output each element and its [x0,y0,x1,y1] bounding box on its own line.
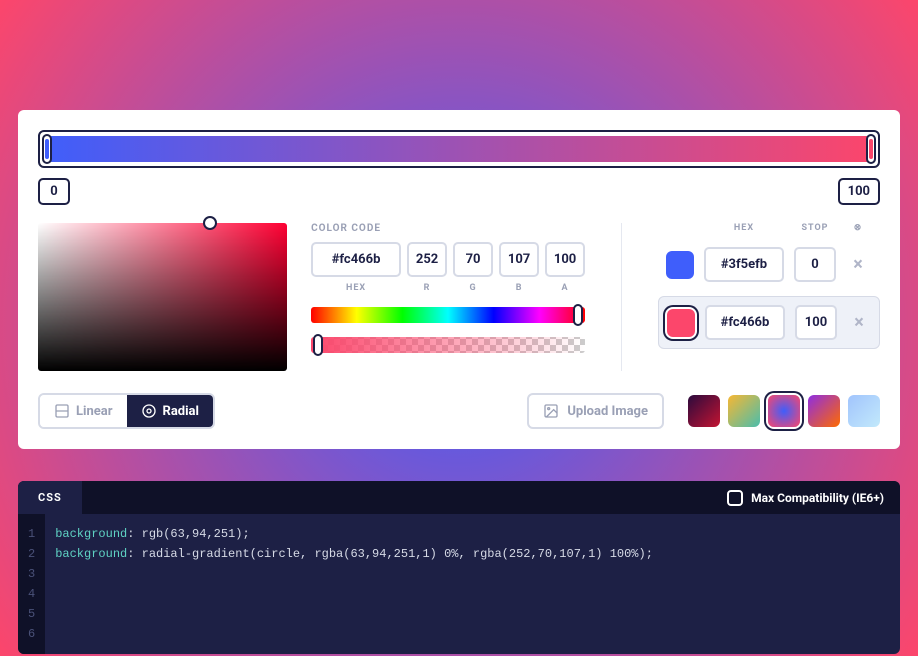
g-input[interactable]: 70 [453,242,493,277]
preset-swatch[interactable] [768,395,800,427]
stop-handle-color [45,139,49,160]
radial-button[interactable]: Radial [127,395,213,427]
gradient-stop-handle-left[interactable] [42,134,52,164]
alpha-thumb[interactable] [313,334,323,356]
css-tab[interactable]: CSS [18,481,82,514]
max-compat-label: Max Compatibility (IE6+) [751,491,884,505]
radial-icon [141,403,157,419]
r-input[interactable]: 252 [407,242,447,277]
gradient-bar[interactable] [38,130,880,168]
upload-image-label: Upload Image [567,404,648,419]
stops-header-hex: HEX [704,223,784,233]
stop-hex-input[interactable]: #fc466b [705,305,785,340]
hue-thumb[interactable] [573,304,583,326]
code-content[interactable]: background: rgb(63,94,251);background: r… [45,514,663,654]
upload-image-button[interactable]: Upload Image [527,393,664,429]
stop-position-left[interactable]: 0 [38,178,70,205]
stop-position-input[interactable]: 0 [794,247,836,282]
image-icon [543,403,559,419]
delete-stop-button[interactable]: × [846,254,870,275]
radial-label: Radial [163,404,199,419]
stop-position-right[interactable]: 100 [838,178,880,205]
vertical-divider [621,223,622,371]
stop-swatch[interactable] [666,251,694,279]
g-sublabel: G [453,283,493,293]
gradient-type-segmented: Linear Radial [38,393,215,429]
max-compat-toggle[interactable]: Max Compatibility (IE6+) [727,490,884,506]
hue-slider[interactable] [311,307,585,323]
hex-input[interactable]: #fc466b [311,242,401,277]
color-code-label: COLOR CODE [311,223,585,234]
code-tabs: CSS Max Compatibility (IE6+) [18,481,900,514]
preset-swatch[interactable] [848,395,880,427]
hex-sublabel: HEX [311,283,401,293]
preset-swatch[interactable] [728,395,760,427]
b-input[interactable]: 107 [499,242,539,277]
preset-swatch[interactable] [808,395,840,427]
r-sublabel: R [407,283,447,293]
gradient-bar-fill [44,136,874,162]
stop-hex-input[interactable]: #3f5efb [704,247,784,282]
delete-stop-button[interactable]: × [847,312,871,333]
checkbox-icon[interactable] [727,490,743,506]
stops-header-stop: STOP [794,223,836,233]
a-input[interactable]: 100 [545,242,585,277]
gradient-editor-panel: 0 100 COLOR CODE #fc466b 252 70 107 100 … [18,110,900,449]
b-sublabel: B [499,283,539,293]
code-panel: CSS Max Compatibility (IE6+) 123456 back… [18,481,900,654]
stop-row[interactable]: #3f5efb 0 × [658,239,880,290]
stop-swatch[interactable] [667,309,695,337]
toolbar: Linear Radial Upload Image [38,393,880,429]
stops-header-delete: ⊗ [846,223,870,233]
gradient-stop-handle-right[interactable] [866,134,876,164]
saturation-value-picker[interactable] [38,223,287,371]
alpha-slider[interactable] [311,337,585,353]
linear-icon [54,403,70,419]
stop-handle-color [869,139,873,160]
stop-row[interactable]: #fc466b 100 × [658,296,880,349]
stop-position-input[interactable]: 100 [795,305,837,340]
linear-label: Linear [76,404,113,419]
preset-swatch[interactable] [688,395,720,427]
preset-list [688,395,880,427]
a-sublabel: A [545,283,585,293]
linear-button[interactable]: Linear [40,395,127,427]
stop-position-readouts: 0 100 [38,178,880,205]
stops-list: HEX STOP ⊗ #3f5efb 0 × #fc466b 100 × [658,223,880,371]
sv-cursor[interactable] [203,216,217,230]
line-numbers: 123456 [18,514,45,654]
color-code-column: COLOR CODE #fc466b 252 70 107 100 HEX R … [311,223,585,371]
gradient-preview [0,0,918,110]
